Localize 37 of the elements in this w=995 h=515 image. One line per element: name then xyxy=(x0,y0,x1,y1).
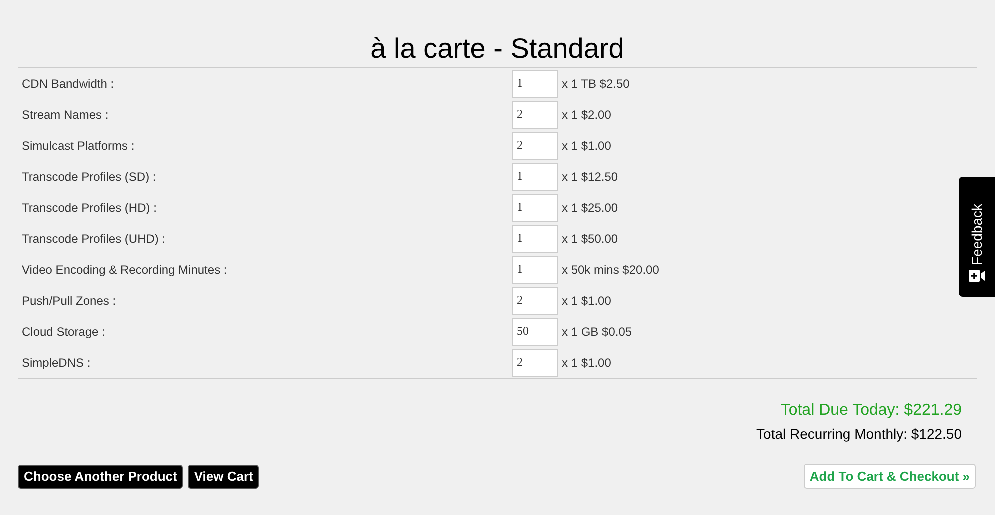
item-label: Video Encoding & Recording Minutes : xyxy=(21,262,228,278)
unit-price: x 1 $12.50 xyxy=(562,168,618,186)
unit-price: x 1 TB $2.50 xyxy=(562,76,630,92)
item-label: Transcode Profiles (HD) : xyxy=(21,200,158,216)
unit-price: x 1 $2.00 xyxy=(562,106,612,124)
nav-button[interactable]: View Cart xyxy=(188,464,260,488)
quantity-field[interactable]: 2 xyxy=(512,348,558,376)
quantity-field[interactable]: 1 xyxy=(512,224,558,252)
unit-price: x 1 GB $0.05 xyxy=(562,324,632,340)
unit-price: x 1 $50.00 xyxy=(562,230,618,248)
unit-price: x 1 $25.00 xyxy=(562,200,618,216)
quantity-field[interactable]: 2 xyxy=(512,100,558,128)
item-label: Cloud Storage : xyxy=(21,324,106,340)
unit-price: x 50k mins $20.00 xyxy=(562,262,660,278)
nav-button[interactable]: Choose Another Product xyxy=(18,464,184,488)
item-label: CDN Bandwidth : xyxy=(21,76,116,92)
unit-price: x 1 $1.00 xyxy=(562,354,612,372)
unit-price: x 1 $1.00 xyxy=(562,292,612,310)
item-label: Transcode Profiles (SD) : xyxy=(21,168,158,186)
item-label: Transcode Profiles (UHD) : xyxy=(21,230,167,248)
item-label: SimpleDNS : xyxy=(21,354,92,372)
quantity-field[interactable]: 1 xyxy=(512,70,558,98)
quantity-field[interactable]: 50 xyxy=(512,318,558,346)
quantity-field[interactable]: 1 xyxy=(512,162,558,190)
quantity-field[interactable]: 2 xyxy=(512,286,558,314)
total-recurring-monthly: Total Recurring Monthly: $122.50 xyxy=(756,425,962,444)
total-due-today: Total Due Today: $221.29 xyxy=(780,401,962,421)
feedback-tab[interactable]: Feedback xyxy=(959,177,995,297)
unit-price: x 1 $1.00 xyxy=(562,138,612,154)
quantity-field[interactable]: 1 xyxy=(512,194,558,222)
quantity-field[interactable]: 2 xyxy=(512,132,558,160)
page-title: à la carte - Standard xyxy=(370,32,626,66)
item-label: Simulcast Platforms : xyxy=(21,138,136,154)
item-label: Push/Pull Zones : xyxy=(21,292,118,310)
quantity-field[interactable]: 1 xyxy=(512,256,558,284)
item-label: Stream Names : xyxy=(21,106,110,124)
video-plus-icon xyxy=(969,270,985,282)
